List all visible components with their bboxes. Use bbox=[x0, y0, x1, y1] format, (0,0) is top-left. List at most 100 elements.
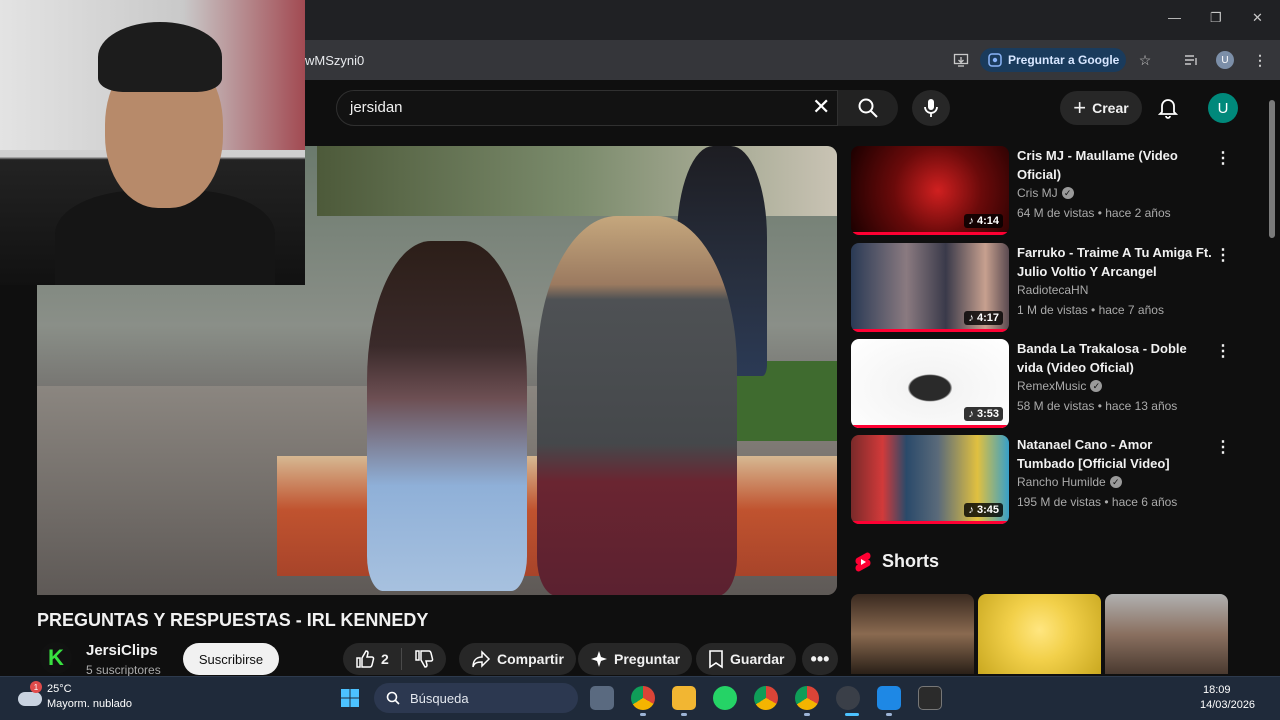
more-actions-button[interactable]: ••• bbox=[802, 643, 838, 675]
share-label: Compartir bbox=[497, 651, 564, 667]
watch-progress-bar bbox=[851, 521, 1009, 524]
microphone-icon bbox=[924, 99, 938, 117]
duration-badge: ♪ 4:14 bbox=[964, 214, 1003, 228]
weather-temperature[interactable]: 25°C bbox=[47, 683, 72, 695]
like-count[interactable]: 2 bbox=[381, 651, 389, 667]
create-label: Crear bbox=[1092, 100, 1129, 116]
recommendation-thumbnail[interactable]: ♪ 3:53 bbox=[851, 339, 1009, 428]
recommendation-channel[interactable]: RemexMusic ✓ bbox=[1017, 379, 1103, 393]
browser-profile-avatar[interactable]: U bbox=[1216, 51, 1234, 69]
channel-text: Cris MJ bbox=[1017, 186, 1058, 200]
clock-time[interactable]: 18:09 bbox=[1203, 684, 1231, 696]
chrome-profile-icon[interactable] bbox=[754, 686, 778, 710]
kebab-menu-icon[interactable]: ⋮ bbox=[1215, 437, 1231, 457]
share-button[interactable]: Compartir bbox=[459, 643, 576, 675]
recommendation-meta: 58 M de vistas • hace 13 años bbox=[1017, 399, 1178, 413]
shorts-label: Shorts bbox=[882, 551, 940, 571]
voice-search-button[interactable] bbox=[912, 90, 950, 126]
running-indicator bbox=[886, 713, 892, 716]
verified-icon: ✓ bbox=[1109, 476, 1122, 488]
ask-google-label: Preguntar a Google bbox=[1008, 53, 1120, 67]
recommendation-item[interactable]: ♪ 3:53 Banda La Trakalosa - Doble vida (… bbox=[851, 339, 1251, 429]
ask-button[interactable]: Preguntar bbox=[578, 643, 693, 675]
bell-icon bbox=[1158, 99, 1178, 119]
verified-icon: ✓ bbox=[1090, 380, 1103, 392]
task-view-icon[interactable] bbox=[590, 686, 614, 710]
browser-menu-icon[interactable]: ⋮ bbox=[1252, 52, 1268, 68]
kebab-menu-icon[interactable]: ⋮ bbox=[1215, 245, 1231, 265]
chrome-profile-icon-2[interactable] bbox=[795, 686, 819, 710]
terminal-icon[interactable] bbox=[918, 686, 942, 710]
windows-start-icon[interactable] bbox=[338, 686, 362, 710]
recommendation-item[interactable]: ♪ 4:17 Farruko - Traime A Tu Amiga Ft. J… bbox=[851, 243, 1251, 333]
running-indicator bbox=[640, 713, 646, 716]
scrollbar-thumb[interactable] bbox=[1269, 100, 1275, 238]
account-avatar[interactable]: U bbox=[1208, 93, 1238, 123]
create-button[interactable]: + Crear bbox=[1060, 91, 1142, 125]
bookmark-icon bbox=[709, 650, 723, 669]
channel-text: RemexMusic bbox=[1017, 379, 1087, 393]
dislike-icon[interactable] bbox=[414, 649, 434, 669]
notifications-button[interactable] bbox=[1156, 96, 1180, 120]
running-indicator bbox=[681, 713, 687, 716]
recommendation-title[interactable]: Farruko - Traime A Tu Amiga Ft. Julio Vo… bbox=[1017, 243, 1213, 281]
recommendation-item[interactable]: ♪ 4:14 Cris MJ - Maullame (Video Oficial… bbox=[851, 146, 1251, 236]
recommendation-channel[interactable]: Cris MJ ✓ bbox=[1017, 186, 1074, 200]
like-icon[interactable] bbox=[355, 649, 375, 669]
short-thumbnail[interactable] bbox=[1105, 594, 1228, 674]
weather-icon[interactable] bbox=[18, 692, 42, 706]
short-thumbnail[interactable] bbox=[978, 594, 1101, 674]
recommendation-thumbnail[interactable]: ♪ 3:45 bbox=[851, 435, 1009, 524]
channel-avatar[interactable]: K bbox=[40, 642, 72, 674]
channel-name[interactable]: JersiClips bbox=[86, 642, 158, 659]
bookmark-star-icon[interactable]: ☆ bbox=[1137, 52, 1153, 68]
reading-list-icon[interactable] bbox=[1183, 52, 1199, 68]
running-indicator bbox=[804, 713, 810, 716]
url-text[interactable]: wMSzyni0 bbox=[305, 53, 364, 68]
watch-progress-bar bbox=[851, 329, 1009, 332]
recommendation-title[interactable]: Cris MJ - Maullame (Video Oficial) bbox=[1017, 146, 1213, 184]
recommendation-thumbnail[interactable]: ♪ 4:17 bbox=[851, 243, 1009, 332]
maximize-icon[interactable]: ❐ bbox=[1210, 10, 1222, 26]
subscribe-button[interactable]: Suscribirse bbox=[183, 643, 279, 675]
taskbar-search[interactable]: Búsqueda bbox=[374, 683, 578, 713]
channel-text: Rancho Humilde bbox=[1017, 475, 1106, 489]
kebab-menu-icon[interactable]: ⋮ bbox=[1215, 148, 1231, 168]
duration-text: 4:17 bbox=[976, 312, 999, 324]
watch-progress-bar bbox=[851, 232, 1009, 235]
clear-search-icon[interactable]: ✕ bbox=[812, 96, 830, 118]
lens-icon bbox=[988, 53, 1002, 67]
save-button[interactable]: Guardar bbox=[696, 643, 797, 675]
ask-google-button[interactable]: Preguntar a Google bbox=[980, 48, 1126, 72]
minimize-icon[interactable]: — bbox=[1168, 10, 1181, 25]
recommendation-title[interactable]: Banda La Trakalosa - Doble vida (Video O… bbox=[1017, 339, 1213, 377]
video-title: PREGUNTAS Y RESPUESTAS - IRL KENNEDY bbox=[37, 610, 429, 630]
recommendation-thumbnail[interactable]: ♪ 4:14 bbox=[851, 146, 1009, 235]
recommendation-title[interactable]: Natanael Cano - Amor Tumbado [Official V… bbox=[1017, 435, 1213, 473]
duration-badge: ♪ 3:45 bbox=[964, 503, 1003, 517]
app-window-icon[interactable] bbox=[877, 686, 901, 710]
file-explorer-icon[interactable] bbox=[672, 686, 696, 710]
sparkle-icon bbox=[591, 651, 607, 667]
ask-label: Preguntar bbox=[614, 651, 681, 667]
weather-description[interactable]: Mayorm. nublado bbox=[47, 698, 132, 710]
subscriber-count: 5 suscriptores bbox=[86, 663, 161, 677]
install-app-icon[interactable] bbox=[953, 52, 969, 68]
duration-badge: ♪ 3:53 bbox=[964, 407, 1003, 421]
shorts-heading: Shorts bbox=[854, 551, 939, 572]
recommendation-meta: 64 M de vistas • hace 2 años bbox=[1017, 206, 1171, 220]
recommendation-channel[interactable]: Rancho Humilde ✓ bbox=[1017, 475, 1122, 489]
search-query[interactable]: jersidan bbox=[350, 99, 403, 116]
clock-date[interactable]: 14/03/2026 bbox=[1200, 699, 1255, 711]
recommendation-item[interactable]: ♪ 3:45 Natanael Cano - Amor Tumbado [Off… bbox=[851, 435, 1251, 525]
whatsapp-icon[interactable] bbox=[713, 686, 737, 710]
short-thumbnail[interactable] bbox=[851, 594, 974, 674]
close-window-icon[interactable]: ✕ bbox=[1252, 10, 1263, 26]
chrome-taskbar-icon[interactable] bbox=[631, 686, 655, 710]
search-input[interactable] bbox=[336, 90, 838, 126]
kebab-menu-icon[interactable]: ⋮ bbox=[1215, 341, 1231, 361]
webcam-person-hair bbox=[98, 22, 222, 92]
recommendation-channel[interactable]: RadiotecaHN bbox=[1017, 283, 1088, 297]
search-button[interactable] bbox=[838, 90, 898, 126]
recording-app-icon[interactable] bbox=[836, 686, 860, 710]
